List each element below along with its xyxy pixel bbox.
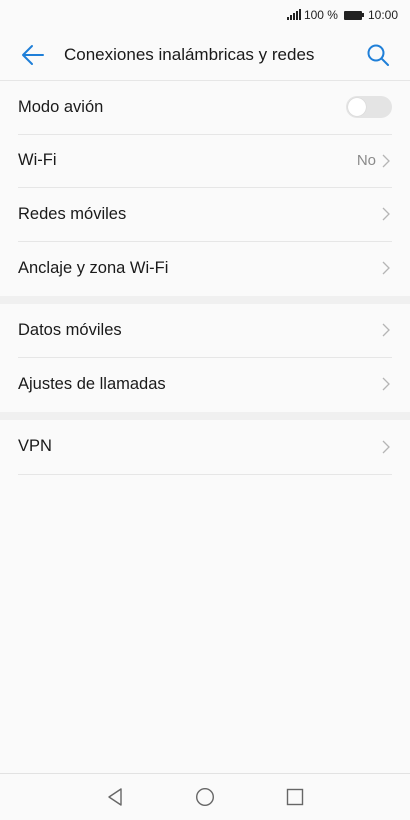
airplane-mode-toggle[interactable] <box>346 96 392 119</box>
row-tethering-hotspot[interactable]: Anclaje y zona Wi-Fi <box>18 242 392 296</box>
back-arrow-icon <box>22 45 44 65</box>
signal-icon <box>286 9 301 20</box>
row-label: Anclaje y zona Wi-Fi <box>18 258 169 277</box>
section-gap <box>0 296 410 304</box>
toggle-knob <box>348 98 366 117</box>
nav-recents-button[interactable] <box>275 777 315 817</box>
row-airplane-mode[interactable]: Modo avión <box>18 81 392 135</box>
row-divider <box>18 474 392 475</box>
nav-recents-icon <box>286 788 304 806</box>
row-vpn[interactable]: VPN <box>18 420 392 474</box>
chevron-right-icon <box>382 376 392 392</box>
status-bar: 100 % 10:00 <box>0 0 410 30</box>
nav-back-icon <box>108 788 122 806</box>
row-label: Redes móviles <box>18 204 127 223</box>
search-icon <box>367 44 389 66</box>
back-button[interactable] <box>8 30 58 80</box>
nav-home-icon <box>195 787 215 807</box>
settings-group-2: Datos móviles Ajustes de llamadas <box>0 304 410 411</box>
settings-group-3: VPN <box>0 420 410 474</box>
chevron-right-icon <box>382 439 392 455</box>
row-label: Modo avión <box>18 97 104 116</box>
clock: 10:00 <box>367 8 398 22</box>
nav-back-button[interactable] <box>95 777 135 817</box>
row-label: VPN <box>18 437 52 456</box>
page-title: Conexiones inalámbricas y redes <box>64 45 315 64</box>
nav-home-button[interactable] <box>185 777 225 817</box>
row-label: Wi-Fi <box>18 151 57 170</box>
chevron-right-icon <box>382 206 392 222</box>
section-gap <box>0 412 410 420</box>
row-label: Ajustes de llamadas <box>18 374 166 393</box>
row-label: Datos móviles <box>18 320 122 339</box>
battery-icon <box>343 10 364 20</box>
row-mobile-data[interactable]: Datos móviles <box>18 304 392 358</box>
wifi-status-value: No <box>356 152 376 170</box>
row-wifi[interactable]: Wi-Fi No <box>18 135 392 188</box>
chevron-right-icon <box>382 260 392 276</box>
battery-percent: 100 % <box>303 8 338 22</box>
app-bar: Conexiones inalámbricas y redes <box>0 30 410 80</box>
settings-group-1: Modo avión Wi-Fi No Redes móviles Anclaj… <box>0 81 410 295</box>
row-call-settings[interactable]: Ajustes de llamadas <box>18 358 392 412</box>
row-mobile-networks[interactable]: Redes móviles <box>18 188 392 242</box>
system-nav-bar <box>0 773 410 820</box>
search-button[interactable] <box>353 30 403 80</box>
chevron-right-icon <box>382 153 392 169</box>
chevron-right-icon <box>382 322 392 338</box>
